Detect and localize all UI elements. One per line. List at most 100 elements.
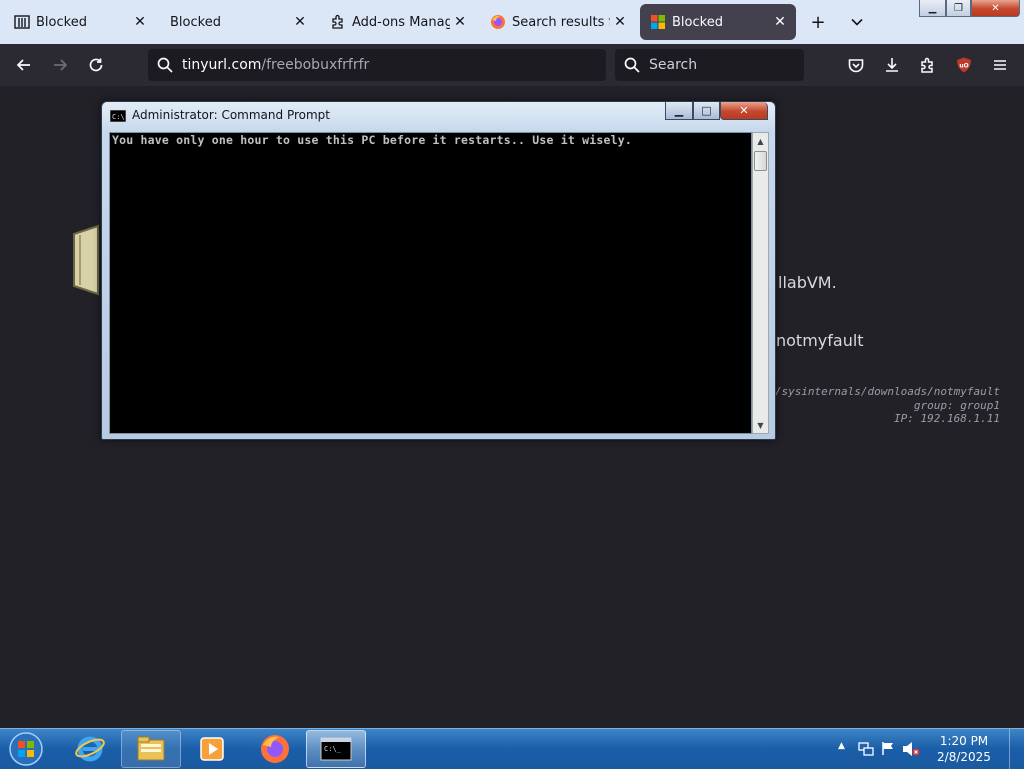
plus-icon: + [810, 11, 826, 33]
minimize-window-button[interactable]: ▁ [919, 0, 946, 17]
url-path: /freebobuxfrfrfr [261, 57, 370, 73]
tab-title: Blocked [170, 14, 221, 30]
forward-button[interactable] [46, 51, 74, 79]
background-text-group: group: group1 [913, 399, 1000, 412]
list-all-tabs-button[interactable] [843, 8, 871, 36]
background-text-notmyfault: notmyfault [776, 331, 864, 350]
pocket-button[interactable] [842, 51, 870, 79]
download-icon [886, 58, 898, 72]
cmd-close-button[interactable]: ✕ [720, 102, 768, 120]
tab-title: Add-ons Manager [352, 14, 450, 30]
taskbar-internet-explorer[interactable] [60, 730, 120, 768]
show-hidden-icons-icon[interactable]: ▲ [838, 741, 845, 751]
downloads-button[interactable] [878, 51, 906, 79]
close-icon[interactable]: ✕ [450, 12, 470, 32]
tab-title: Blocked [672, 14, 723, 30]
tab-addons-manager[interactable]: Add-ons Manager ✕ [320, 4, 476, 40]
navigation-toolbar: tinyurl.com/freebobuxfrfrfr Search uO [0, 44, 1024, 86]
clock-time[interactable]: 1:20 PM [934, 734, 994, 748]
arrow-left-icon [16, 59, 30, 71]
search-icon [624, 57, 640, 73]
lock-icon [73, 224, 99, 296]
scroll-up-arrow-icon[interactable]: ▲ [753, 133, 768, 149]
tab-blocked-active[interactable]: Blocked ✕ [640, 4, 796, 40]
library-icon [14, 15, 30, 29]
background-text-collabvm: llabVM. [778, 273, 837, 292]
cmd-maximize-button[interactable]: □ [693, 102, 720, 120]
puzzle-icon [921, 57, 933, 73]
background-text-url: -us/sysinternals/downloads/notmyfault [754, 385, 1000, 398]
file-explorer-icon [137, 736, 165, 761]
close-icon: ✕ [739, 104, 749, 117]
windows-orb-icon [9, 732, 43, 766]
reload-icon [89, 58, 103, 72]
firefox-icon [491, 15, 505, 29]
system-tray: ▲ 1:20 PM 2/8/2025 [834, 729, 1024, 769]
puzzle-icon [332, 14, 343, 29]
restore-icon: ❐ [954, 2, 963, 14]
command-prompt-window[interactable]: C:\ Administrator: Command Prompt ▁ □ ✕ … [101, 101, 776, 440]
open-menu-button[interactable] [986, 51, 1014, 79]
chevron-down-icon [851, 18, 863, 26]
tab-title: Blocked [36, 14, 87, 30]
maximize-icon: □ [701, 104, 712, 117]
taskbar-command-prompt[interactable]: C:\_ [306, 730, 366, 768]
extensions-button[interactable] [914, 51, 942, 79]
action-center-flag-icon[interactable] [880, 740, 896, 756]
cmd-titlebar[interactable]: C:\ Administrator: Command Prompt ▁ □ ✕ [102, 102, 775, 130]
url-bar[interactable]: tinyurl.com/freebobuxfrfrfr [148, 49, 606, 81]
svg-text:uO: uO [959, 63, 968, 70]
firefox-icon [261, 735, 289, 763]
arrow-right-icon [54, 59, 68, 71]
cmd-minimize-button[interactable]: ▁ [665, 102, 693, 120]
search-placeholder: Search [649, 57, 698, 73]
cmd-output-text: You have only one hour to use this PC be… [112, 133, 633, 147]
volume-muted-icon[interactable] [902, 741, 920, 757]
reload-button[interactable] [82, 51, 110, 79]
svg-text:C:\: C:\ [112, 113, 125, 121]
windows-logo-icon [651, 15, 665, 29]
restore-window-button[interactable]: ❐ [946, 0, 971, 17]
tab-search-results[interactable]: Search results for “ ✕ [480, 4, 636, 40]
background-text-ip: IP: 192.168.1.11 [894, 412, 1000, 425]
minimize-icon: ▁ [674, 104, 684, 117]
taskbar-file-explorer[interactable] [121, 730, 181, 768]
taskbar-firefox[interactable] [245, 730, 305, 768]
scroll-down-arrow-icon[interactable]: ▼ [753, 417, 768, 433]
new-tab-button[interactable]: + [804, 8, 832, 36]
tab-blocked-1[interactable]: Blocked ✕ [4, 4, 156, 40]
tab-blocked-2[interactable]: Blocked ✕ [160, 4, 316, 40]
start-button[interactable] [4, 729, 48, 769]
ublock-origin-button[interactable]: uO [950, 51, 978, 79]
close-window-button[interactable]: ✕ [971, 0, 1020, 17]
tab-strip: Blocked ✕ Blocked ✕ Add-ons Manager ✕ Se… [0, 0, 1024, 44]
hamburger-menu-icon [994, 60, 1006, 70]
command-prompt-icon: C:\ [110, 110, 126, 122]
close-icon[interactable]: ✕ [290, 12, 310, 32]
taskbar-media-player[interactable] [182, 730, 242, 768]
cmd-vertical-scrollbar[interactable]: ▲ ▼ [752, 132, 769, 434]
tab-title: Search results for “ [512, 14, 610, 30]
close-icon[interactable]: ✕ [130, 12, 150, 32]
close-icon[interactable]: ✕ [610, 12, 630, 32]
back-button[interactable] [10, 51, 38, 79]
scrollbar-thumb[interactable] [754, 151, 767, 171]
search-bar[interactable]: Search [615, 49, 804, 81]
minimize-icon: ▁ [928, 2, 937, 14]
url-host: tinyurl.com [182, 57, 262, 73]
network-icon[interactable] [858, 741, 874, 757]
cmd-console-area[interactable]: You have only one hour to use this PC be… [109, 132, 752, 434]
windows-taskbar: C:\_ ▲ 1:20 PM 2/8/2025 [0, 728, 1024, 769]
show-desktop-button[interactable] [1009, 729, 1024, 769]
clock-date[interactable]: 2/8/2025 [934, 750, 994, 764]
close-icon[interactable]: ✕ [770, 12, 790, 32]
media-player-icon [200, 737, 224, 761]
close-icon: ✕ [991, 2, 1000, 14]
svg-text:C:\_: C:\_ [324, 745, 342, 753]
command-prompt-icon: C:\_ [320, 737, 352, 761]
pocket-icon [848, 59, 864, 73]
search-icon [157, 57, 173, 73]
internet-explorer-icon [75, 736, 105, 762]
ublock-origin-icon: uO [957, 57, 971, 73]
cmd-window-title: Administrator: Command Prompt [132, 108, 330, 122]
